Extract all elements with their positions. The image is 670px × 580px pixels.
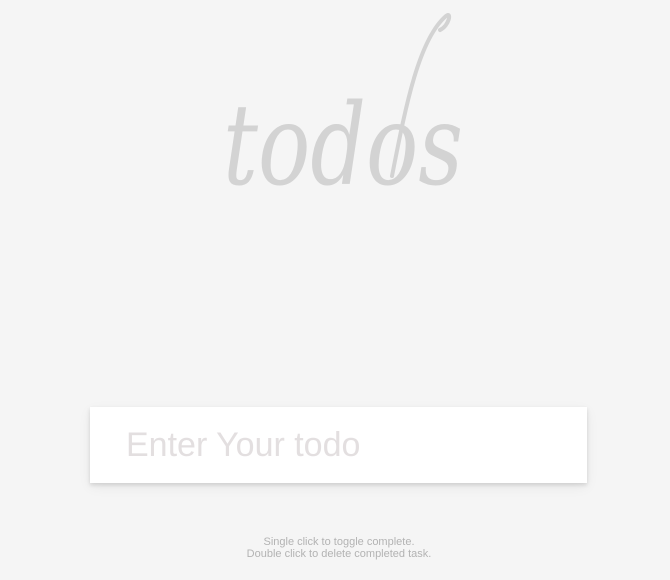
todo-app: todos Single click to toggle complete. D… bbox=[0, 0, 670, 580]
app-title: todos bbox=[223, 13, 463, 200]
instruction-toggle: Single click to toggle complete. bbox=[263, 536, 415, 548]
app-title-text: todos bbox=[223, 81, 463, 200]
instructions: Single click to toggle complete. Double … bbox=[0, 536, 670, 560]
instruction-delete: Double click to delete completed task. bbox=[246, 548, 432, 560]
new-todo-input[interactable] bbox=[90, 407, 587, 483]
